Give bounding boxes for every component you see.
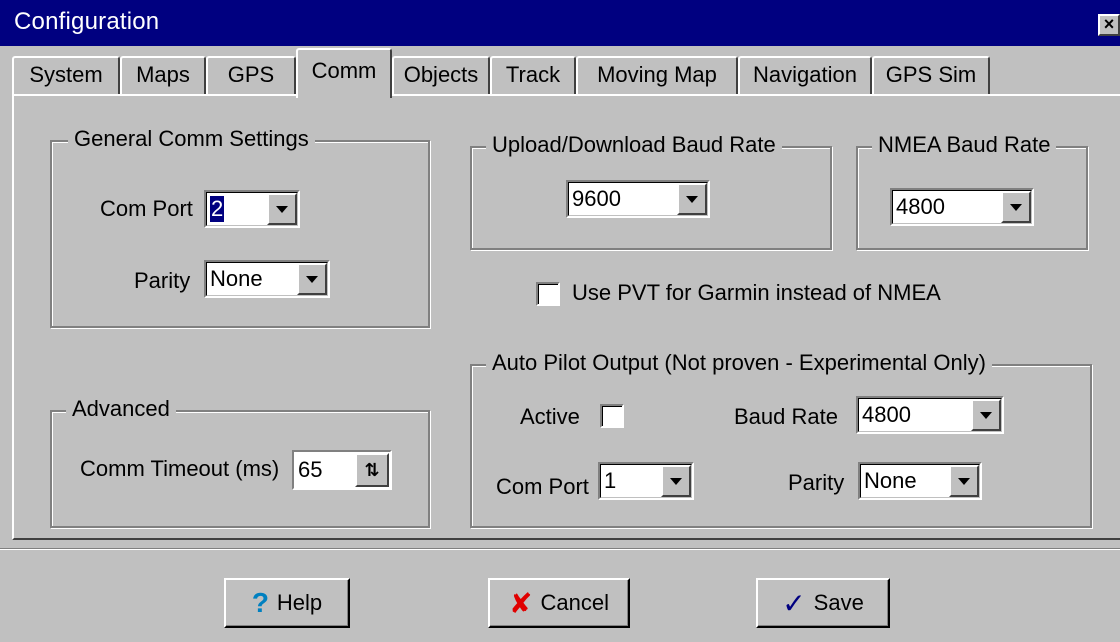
cancel-button[interactable]: ✘ Cancel bbox=[488, 578, 630, 628]
cancel-label: Cancel bbox=[540, 590, 609, 615]
tab-objects[interactable]: Objects bbox=[392, 56, 490, 96]
group-legend: Auto Pilot Output (Not proven - Experime… bbox=[486, 350, 992, 376]
group-legend: Upload/Download Baud Rate bbox=[486, 132, 782, 158]
com-port-value: 2 bbox=[210, 196, 225, 222]
tab-label: GPS bbox=[227, 62, 275, 87]
window-title: Configuration bbox=[14, 8, 160, 35]
chevron-down-icon[interactable] bbox=[971, 399, 1001, 431]
autopilot-com-port-label: Com Port bbox=[496, 474, 589, 499]
save-check-icon: ✓ bbox=[782, 587, 806, 619]
help-button[interactable]: ? Help bbox=[224, 578, 350, 628]
tab-label: Moving Map bbox=[597, 62, 717, 87]
general-comm-settings-group: General Comm Settings bbox=[50, 126, 430, 328]
upload-baud-value: 9600 bbox=[572, 186, 621, 211]
nmea-baud-value: 4800 bbox=[896, 194, 945, 219]
title-bar[interactable]: Configuration × bbox=[0, 0, 1120, 46]
autopilot-baud-value: 4800 bbox=[862, 402, 911, 427]
tab-moving-map[interactable]: Moving Map bbox=[576, 56, 738, 96]
com-port-label: Com Port bbox=[100, 196, 193, 221]
spin-arrows-icon[interactable]: ⇅ bbox=[355, 453, 389, 487]
auto-pilot-output-group: Auto Pilot Output (Not proven - Experime… bbox=[470, 350, 1092, 528]
parity-label: Parity bbox=[134, 268, 191, 293]
tab-label: Maps bbox=[136, 62, 190, 87]
tab-label: Comm bbox=[311, 58, 377, 83]
tab-label: GPS Sim bbox=[885, 62, 977, 87]
tab-system[interactable]: System bbox=[12, 56, 120, 96]
save-button[interactable]: ✓ Save bbox=[756, 578, 890, 628]
tab-label: Track bbox=[505, 62, 561, 87]
parity-select[interactable]: None bbox=[204, 260, 330, 298]
group-legend: NMEA Baud Rate bbox=[872, 132, 1057, 158]
autopilot-parity-value: None bbox=[864, 468, 917, 493]
chevron-down-icon[interactable] bbox=[267, 193, 297, 225]
comm-timeout-label: Comm Timeout (ms) bbox=[80, 456, 280, 481]
autopilot-com-port-value: 1 bbox=[604, 468, 617, 493]
tab-gps-sim[interactable]: GPS Sim bbox=[872, 56, 990, 96]
chevron-down-icon[interactable] bbox=[297, 263, 327, 295]
tab-gps[interactable]: GPS bbox=[206, 56, 296, 96]
autopilot-active-label: Active bbox=[520, 404, 580, 429]
comm-timeout-spinner[interactable]: 65 ⇅ bbox=[292, 450, 392, 490]
group-legend: General Comm Settings bbox=[68, 126, 315, 152]
use-pvt-label: Use PVT for Garmin instead of NMEA bbox=[572, 280, 941, 305]
autopilot-parity-select[interactable]: None bbox=[858, 462, 982, 500]
chevron-down-icon[interactable] bbox=[661, 465, 691, 497]
com-port-select[interactable]: 2 bbox=[204, 190, 300, 228]
x-icon: ✘ bbox=[509, 587, 533, 619]
tab-label: Objects bbox=[403, 62, 479, 87]
tab-label: Navigation bbox=[753, 62, 857, 87]
group-legend: Advanced bbox=[66, 396, 176, 422]
autopilot-baud-select[interactable]: 4800 bbox=[856, 396, 1004, 434]
chevron-down-icon[interactable] bbox=[677, 183, 707, 215]
tab-comm[interactable]: Comm bbox=[296, 48, 392, 98]
nmea-baud-select[interactable]: 4800 bbox=[890, 188, 1034, 226]
tab-label: System bbox=[29, 62, 103, 87]
autopilot-com-port-select[interactable]: 1 bbox=[598, 462, 694, 500]
save-label: Save bbox=[813, 590, 864, 615]
autopilot-baud-label: Baud Rate bbox=[734, 404, 838, 429]
upload-baud-select[interactable]: 9600 bbox=[566, 180, 710, 218]
help-label: Help bbox=[276, 590, 323, 615]
tab-navigation[interactable]: Navigation bbox=[738, 56, 872, 96]
tab-maps[interactable]: Maps bbox=[120, 56, 206, 96]
close-icon[interactable]: × bbox=[1098, 14, 1120, 36]
tab-track[interactable]: Track bbox=[490, 56, 576, 96]
use-pvt-checkbox[interactable] bbox=[536, 282, 560, 306]
chevron-down-icon[interactable] bbox=[949, 465, 979, 497]
autopilot-active-checkbox[interactable] bbox=[600, 404, 624, 428]
chevron-down-icon[interactable] bbox=[1001, 191, 1031, 223]
divider bbox=[0, 548, 1120, 550]
autopilot-parity-label: Parity bbox=[788, 470, 845, 495]
question-icon: ? bbox=[251, 587, 269, 618]
parity-value: None bbox=[210, 266, 263, 291]
comm-timeout-value: 65 bbox=[298, 457, 323, 482]
